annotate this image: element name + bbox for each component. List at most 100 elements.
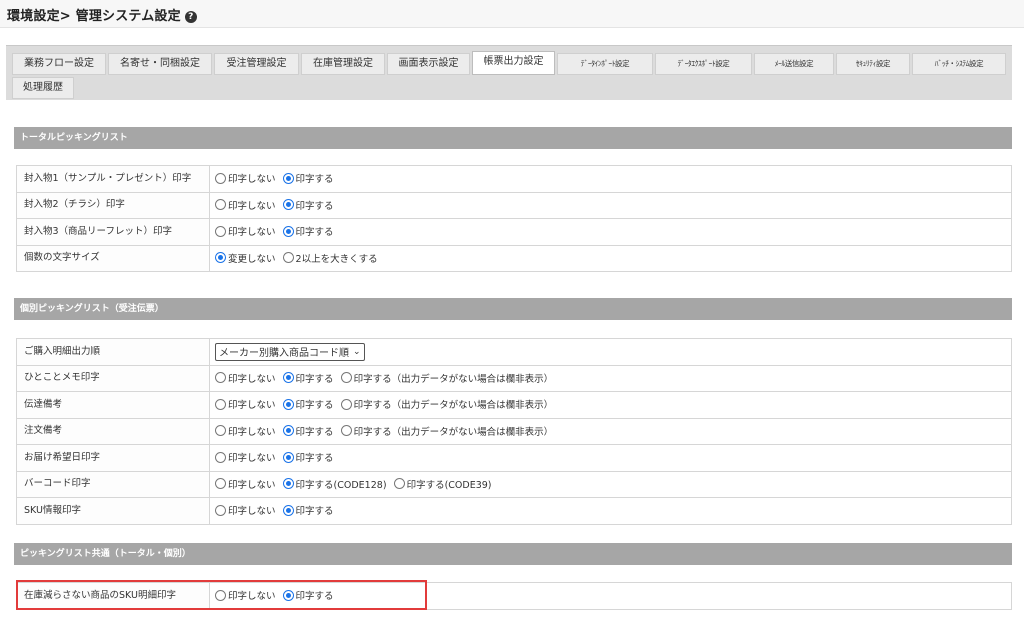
radio-icon[interactable] <box>282 398 294 410</box>
row-label: ひとことメモ印字 <box>16 364 210 392</box>
section-title-individual-picking: 個別ピッキングリスト（受注伝票） <box>14 298 1012 320</box>
radio-icon[interactable] <box>282 225 294 237</box>
individual-picking-table: ご購入明細出力順 メーカー別購入商品コード順 ⌄ ひとことメモ印字 印字しない 印… <box>16 338 1012 525</box>
radio-icon[interactable] <box>282 172 294 184</box>
radio-option[interactable]: 印字する（出力データがない場合は欄非表示） <box>340 371 553 385</box>
radio-icon[interactable] <box>215 252 226 263</box>
radio-option[interactable]: 印字する <box>282 171 334 185</box>
radio-icon[interactable] <box>340 372 352 383</box>
row-label: お届け希望日印字 <box>16 444 210 472</box>
tab-security[interactable]: ｾｷｭﾘﾃｨ設定 <box>836 53 910 75</box>
radio-option[interactable]: 印字しない <box>215 198 276 212</box>
page-title: 環境設定> 管理システム設定? <box>7 5 197 24</box>
radio-icon[interactable] <box>215 478 226 489</box>
radio-icon[interactable] <box>282 372 294 383</box>
tab-batch-system[interactable]: ﾊﾞｯﾁ・ｼｽﾃﾑ設定 <box>912 53 1006 75</box>
row-label: 封入物3（商品リーフレット）印字 <box>16 218 210 246</box>
purchase-order-select[interactable]: メーカー別購入商品コード順 ⌄ <box>215 342 365 361</box>
radio-icon[interactable] <box>282 252 294 263</box>
radio-icon[interactable] <box>215 451 226 463</box>
radio-option[interactable]: 印字する <box>282 371 334 385</box>
radio-icon[interactable] <box>393 478 405 489</box>
radio-icon[interactable] <box>215 504 226 516</box>
radio-group: 印字しない 印字する <box>209 444 1012 472</box>
help-icon[interactable]: ? <box>184 11 197 23</box>
radio-option[interactable]: 印字する <box>282 503 334 517</box>
row-label: 伝達備考 <box>16 391 210 419</box>
radio-icon[interactable] <box>215 398 226 410</box>
radio-icon[interactable] <box>340 425 352 436</box>
radio-option[interactable]: 印字しない <box>215 171 276 185</box>
settings-tabbar: 業務フロー設定 名寄せ・同梱設定 受注管理設定 在庫管理設定 画面表示設定 帳票… <box>6 45 1012 100</box>
radio-option[interactable]: 印字しない <box>215 224 276 238</box>
radio-option[interactable]: 印字しない <box>215 477 276 491</box>
radio-icon[interactable] <box>215 225 226 237</box>
radio-option[interactable]: 2以上を大きくする <box>282 251 378 265</box>
radio-group: 印字しない 印字する(CODE128) 印字する(CODE39) <box>209 470 1012 498</box>
radio-icon[interactable] <box>215 172 226 184</box>
tab-display[interactable]: 画面表示設定 <box>387 53 470 75</box>
radio-option[interactable]: 印字する（出力データがない場合は欄非表示） <box>340 424 553 438</box>
row-label: 封入物1（サンプル・プレゼント）印字 <box>16 165 210 193</box>
highlight-box <box>16 580 427 610</box>
table-row: 個数の文字サイズ 変更しない 2以上を大きくする <box>16 244 1012 272</box>
row-label: SKU情報印字 <box>16 497 210 525</box>
radio-group: 印字しない 印字する <box>209 165 1012 193</box>
radio-option[interactable]: 印字しない <box>215 397 276 411</box>
radio-group: 印字しない 印字する 印字する（出力データがない場合は欄非表示） <box>209 391 1012 419</box>
radio-option[interactable]: 印字する <box>282 450 334 464</box>
radio-option[interactable]: 印字しない <box>215 450 276 464</box>
radio-icon[interactable] <box>282 478 294 489</box>
tab-report-output[interactable]: 帳票出力設定 <box>472 51 555 75</box>
radio-icon[interactable] <box>282 451 294 463</box>
table-row: 伝達備考 印字しない 印字する 印字する（出力データがない場合は欄非表示） <box>16 391 1012 419</box>
radio-icon[interactable] <box>340 398 352 410</box>
radio-option[interactable]: 印字する <box>282 424 334 438</box>
radio-option[interactable]: 印字しない <box>215 371 276 385</box>
row-label: ご購入明細出力順 <box>16 338 210 366</box>
radio-group: 印字しない 印字する <box>209 497 1012 525</box>
radio-option[interactable]: 印字する <box>282 198 334 212</box>
tab-inventory[interactable]: 在庫管理設定 <box>301 53 385 75</box>
section-title-total-picking: トータルピッキングリスト <box>14 127 1012 149</box>
radio-group: 印字しない 印字する 印字する（出力データがない場合は欄非表示） <box>209 364 1012 392</box>
table-row: ご購入明細出力順 メーカー別購入商品コード順 ⌄ <box>16 338 1012 366</box>
radio-option[interactable]: 変更しない <box>215 251 276 265</box>
tab-order-management[interactable]: 受注管理設定 <box>214 53 299 75</box>
radio-icon[interactable] <box>215 199 226 210</box>
radio-icon[interactable] <box>282 199 294 210</box>
tab-data-import[interactable]: ﾃﾞｰﾀｲﾝﾎﾟｰﾄ設定 <box>557 53 653 75</box>
table-row: 封入物2（チラシ）印字 印字しない 印字する <box>16 191 1012 219</box>
table-row: 封入物3（商品リーフレット）印字 印字しない 印字する <box>16 218 1012 246</box>
radio-option[interactable]: 印字しない <box>215 424 276 438</box>
total-picking-table: 封入物1（サンプル・プレゼント）印字 印字しない 印字する 封入物2（チラシ）印… <box>16 165 1012 272</box>
radio-option[interactable]: 印字する <box>282 224 334 238</box>
radio-icon[interactable] <box>282 504 294 516</box>
page-title-text: 環境設定> 管理システム設定 <box>7 9 181 24</box>
table-row: ひとことメモ印字 印字しない 印字する 印字する（出力データがない場合は欄非表示… <box>16 364 1012 392</box>
radio-option[interactable]: 印字する(CODE128) <box>282 477 387 491</box>
table-row: 封入物1（サンプル・プレゼント）印字 印字しない 印字する <box>16 165 1012 193</box>
radio-group: 印字しない 印字する <box>209 218 1012 246</box>
radio-icon[interactable] <box>282 425 294 436</box>
tab-mail[interactable]: ﾒｰﾙ送信設定 <box>754 53 834 75</box>
radio-group: 印字しない 印字する 印字する（出力データがない場合は欄非表示） <box>209 417 1012 445</box>
radio-option[interactable]: 印字する(CODE39) <box>393 477 492 491</box>
radio-group: 印字しない 印字する <box>209 191 1012 219</box>
tab-workflow[interactable]: 業務フロー設定 <box>12 53 106 75</box>
radio-option[interactable]: 印字する（出力データがない場合は欄非表示） <box>340 397 553 411</box>
radio-icon[interactable] <box>215 425 226 436</box>
radio-option[interactable]: 印字しない <box>215 503 276 517</box>
row-label: 封入物2（チラシ）印字 <box>16 191 210 219</box>
table-row: 注文備考 印字しない 印字する 印字する（出力データがない場合は欄非表示） <box>16 417 1012 445</box>
radio-option[interactable]: 印字する <box>282 397 334 411</box>
table-row: お届け希望日印字 印字しない 印字する <box>16 444 1012 472</box>
tab-data-export[interactable]: ﾃﾞｰﾀｴｸｽﾎﾟｰﾄ設定 <box>655 53 752 75</box>
radio-icon[interactable] <box>215 372 226 383</box>
tab-history[interactable]: 処理履歴 <box>12 77 74 99</box>
select-cell: メーカー別購入商品コード順 ⌄ <box>209 338 1012 366</box>
tab-merge[interactable]: 名寄せ・同梱設定 <box>108 53 212 75</box>
chevron-down-icon: ⌄ <box>353 346 361 357</box>
row-label: バーコード印字 <box>16 470 210 498</box>
page-header: 環境設定> 管理システム設定? <box>0 0 1024 28</box>
